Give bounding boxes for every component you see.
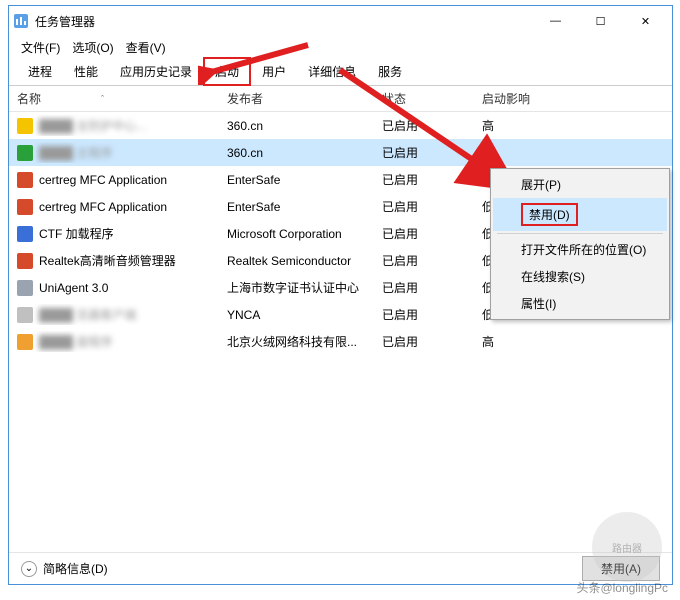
cell-name: ████ 全防护中心... xyxy=(9,115,219,136)
cell-publisher: EnterSafe xyxy=(219,198,374,216)
cell-name: certreg MFC Application xyxy=(9,170,219,190)
menu-options[interactable]: 选项(O) xyxy=(68,37,117,58)
tab-processes[interactable]: 进程 xyxy=(17,58,63,85)
context-menu: 展开(P) 禁用(D) 打开文件所在的位置(O) 在线搜索(S) 属性(I) xyxy=(490,168,670,320)
menu-view[interactable]: 查看(V) xyxy=(122,37,170,58)
cell-publisher: 北京火绒网络科技有限... xyxy=(219,331,374,352)
cell-status: 已启用 xyxy=(374,250,474,271)
minimize-button[interactable]: — xyxy=(533,7,578,35)
cell-name: ████ 盘程序 xyxy=(9,331,219,352)
tab-history[interactable]: 应用历史记录 xyxy=(109,58,203,85)
close-button[interactable]: ✕ xyxy=(623,7,668,35)
cell-name: certreg MFC Application xyxy=(9,197,219,217)
app-icon xyxy=(13,13,29,29)
cell-name: ████ 主程序 xyxy=(9,142,219,163)
app-row-icon xyxy=(17,307,33,323)
cell-name-text: ████ 览器客户端 xyxy=(39,306,136,323)
menu-item-properties[interactable]: 属性(I) xyxy=(493,290,667,317)
brief-info-link[interactable]: 简略信息(D) xyxy=(43,560,108,577)
table-row[interactable]: ████ 盘程序 北京火绒网络科技有限...已启用高 xyxy=(9,328,672,355)
sort-indicator-icon: ˆ xyxy=(101,94,104,104)
menu-file[interactable]: 文件(F) xyxy=(17,37,64,58)
window-title: 任务管理器 xyxy=(35,13,533,30)
cell-impact: 高 xyxy=(474,331,672,352)
window-controls: — ☐ ✕ xyxy=(533,7,668,35)
app-row-icon xyxy=(17,334,33,350)
cell-status: 已启用 xyxy=(374,223,474,244)
chevron-down-icon[interactable]: ⌄ xyxy=(21,561,37,577)
cell-publisher: Microsoft Corporation xyxy=(219,225,374,243)
menu-item-open-location[interactable]: 打开文件所在的位置(O) xyxy=(493,236,667,263)
cell-name: Realtek高清晰音频管理器 xyxy=(9,250,219,271)
footer: ⌄ 简略信息(D) 禁用(A) xyxy=(9,552,672,584)
app-row-icon xyxy=(17,145,33,161)
cell-name-text: Realtek高清晰音频管理器 xyxy=(39,252,176,269)
cell-status: 已启用 xyxy=(374,331,474,352)
menubar: 文件(F) 选项(O) 查看(V) xyxy=(9,36,672,58)
cell-name-text: ████ 盘程序 xyxy=(39,333,112,350)
watermark-text: 头条@longlingPc xyxy=(576,579,668,596)
cell-status: 已启用 xyxy=(374,304,474,325)
tab-performance[interactable]: 性能 xyxy=(63,58,109,85)
cell-name-text: certreg MFC Application xyxy=(39,200,167,214)
cell-name: ████ 览器客户端 xyxy=(9,304,219,325)
cell-name-text: certreg MFC Application xyxy=(39,173,167,187)
annotation-arrow-1 xyxy=(198,35,318,85)
cell-publisher: YNCA xyxy=(219,306,374,324)
menu-separator xyxy=(497,233,663,234)
cell-name: UniAgent 3.0 xyxy=(9,278,219,298)
menu-item-expand[interactable]: 展开(P) xyxy=(493,171,667,198)
cell-publisher: 上海市数字证书认证中心 xyxy=(219,277,374,298)
menu-item-search-online[interactable]: 在线搜索(S) xyxy=(493,263,667,290)
cell-publisher: Realtek Semiconductor xyxy=(219,252,374,270)
app-row-icon xyxy=(17,172,33,188)
menu-item-disable-label: 禁用(D) xyxy=(521,203,578,226)
cell-name-text: ████ 主程序 xyxy=(39,144,112,161)
column-name-label: 名称 xyxy=(17,90,41,107)
app-row-icon xyxy=(17,280,33,296)
cell-name-text: UniAgent 3.0 xyxy=(39,281,108,295)
cell-name-text: CTF 加载程序 xyxy=(39,225,114,242)
column-name[interactable]: 名称 ˆ xyxy=(9,86,219,111)
app-row-icon xyxy=(17,199,33,215)
cell-name-text: ████ 全防护中心... xyxy=(39,117,146,134)
app-row-icon xyxy=(17,226,33,242)
cell-status: 已启用 xyxy=(374,277,474,298)
watermark-badge: 路由器 xyxy=(592,512,662,582)
app-row-icon xyxy=(17,118,33,134)
menu-item-disable[interactable]: 禁用(D) xyxy=(493,198,667,231)
titlebar[interactable]: 任务管理器 — ☐ ✕ xyxy=(9,6,672,36)
cell-name: CTF 加载程序 xyxy=(9,223,219,244)
maximize-button[interactable]: ☐ xyxy=(578,7,623,35)
app-row-icon xyxy=(17,253,33,269)
